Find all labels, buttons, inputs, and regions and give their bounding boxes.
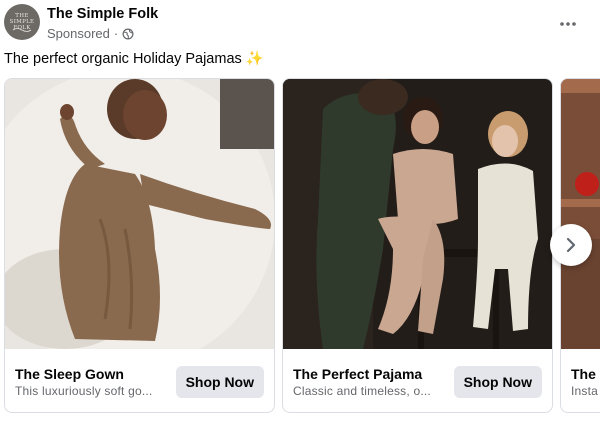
carousel-card[interactable]: The Sleep Gown This luxuriously soft go.… (4, 78, 275, 413)
product-image-sleep-gown[interactable] (5, 79, 274, 349)
card-description: Insta (571, 384, 599, 398)
card-footer: The Insta (561, 349, 600, 412)
carousel-card[interactable]: The Perfect Pajama Classic and timeless,… (282, 78, 553, 413)
card-description: Classic and timeless, o... (293, 384, 431, 398)
card-footer: The Sleep Gown This luxuriously soft go.… (5, 349, 274, 412)
card-title[interactable]: The (571, 366, 596, 382)
card-description: This luxuriously soft go... (15, 384, 153, 398)
card-title[interactable]: The Perfect Pajama (293, 366, 422, 382)
page-name-link[interactable]: The Simple Folk (47, 6, 158, 22)
chevron-right-icon (566, 237, 576, 253)
product-image-third[interactable] (561, 79, 600, 349)
product-carousel[interactable]: The Sleep Gown This luxuriously soft go.… (4, 78, 600, 414)
globe-icon[interactable] (122, 28, 134, 40)
carousel-next-button[interactable] (550, 224, 592, 266)
separator-dot: · (113, 26, 119, 41)
card-footer: The Perfect Pajama Classic and timeless,… (283, 349, 552, 412)
sponsored-row: Sponsored · (47, 26, 134, 41)
sponsored-label[interactable]: Sponsored (47, 26, 110, 41)
avatar-leaf-icon (12, 28, 32, 32)
post-caption: The perfect organic Holiday Pajamas ✨ (4, 50, 264, 67)
more-options-icon[interactable] (556, 14, 580, 34)
sparkle-emoji: ✨ (245, 51, 264, 67)
post-header: THE SIMPLE FOLK The Simple Folk Sponsore… (4, 4, 596, 44)
card-title[interactable]: The Sleep Gown (15, 366, 124, 382)
shop-now-button[interactable]: Shop Now (453, 366, 542, 398)
product-image-perfect-pajama[interactable] (283, 79, 552, 349)
shop-now-button[interactable]: Shop Now (175, 366, 264, 398)
page-avatar[interactable]: THE SIMPLE FOLK (4, 4, 40, 40)
caption-text: The perfect organic Holiday Pajamas (4, 51, 242, 67)
